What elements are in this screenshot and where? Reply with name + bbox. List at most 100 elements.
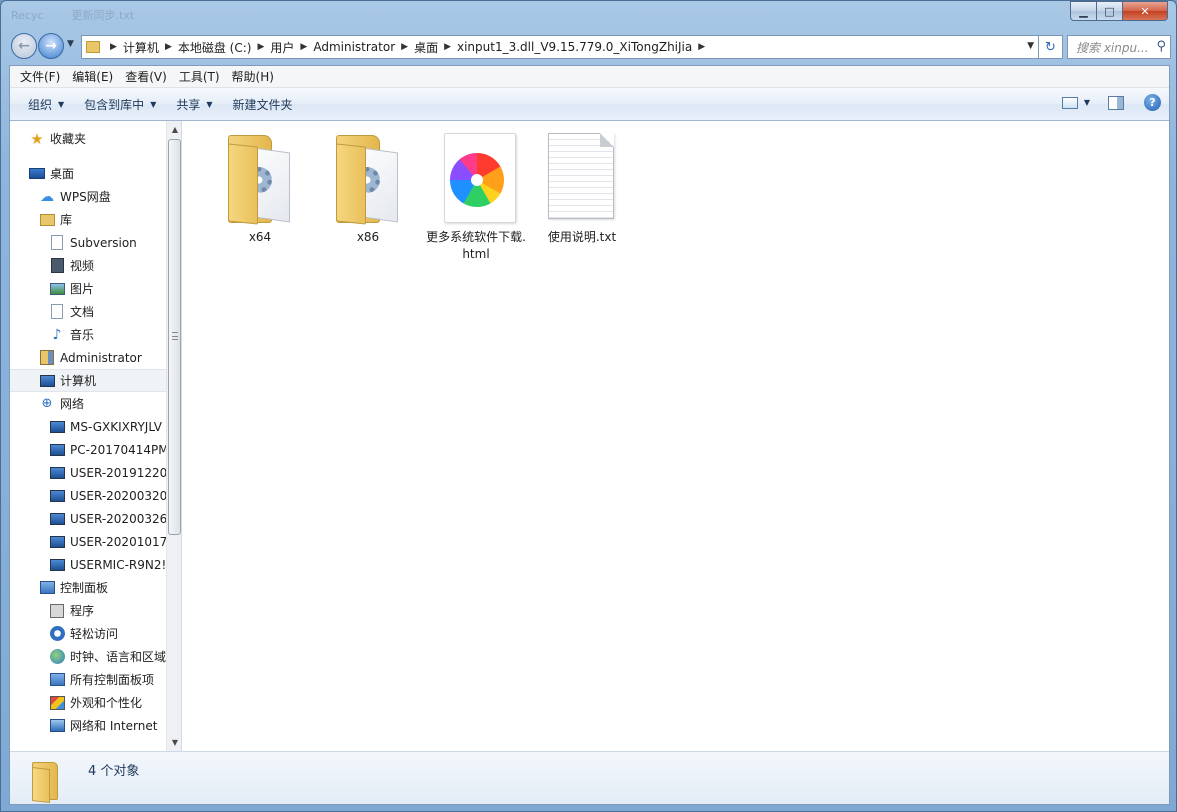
sidebar-item-label: USER-20200320 (70, 488, 166, 503)
sidebar-item[interactable]: 图片 (10, 277, 166, 300)
file-item-html[interactable]: 更多系统软件下载.html (421, 131, 531, 263)
breadcrumb-label: 计算机 (122, 40, 159, 55)
menu-edit[interactable]: 编辑(E) (66, 68, 119, 85)
minimize-button[interactable]: ▁ (1070, 1, 1097, 21)
breadcrumb-label: xinput1_3.dll_V9.15.779.0_XiTongZhiJia (457, 40, 693, 54)
menu-tools[interactable]: 工具(T) (173, 68, 226, 85)
search-box[interactable]: 搜索 xinpu... ⚲ (1067, 35, 1171, 59)
share-button[interactable]: 共享 ▼ (166, 96, 222, 113)
sidebar-item[interactable]: USER-20201017I (10, 530, 166, 553)
sidebar-item[interactable]: 桌面 (10, 162, 166, 185)
sidebar-item[interactable]: ★ 收藏夹 (10, 127, 166, 150)
sidebar-item-label: 网络和 Internet (70, 719, 158, 733)
menu-view[interactable]: 查看(V) (119, 68, 173, 85)
help-icon[interactable]: ? (1144, 94, 1161, 111)
globe-icon (49, 649, 65, 665)
sidebar-item[interactable]: USER-20191220I (10, 461, 166, 484)
breadcrumb-users[interactable]: 用户 ▶ (270, 39, 313, 56)
breadcrumb-separator-icon[interactable]: ▶ (444, 42, 451, 52)
sidebar-item[interactable]: USERMIC-R9N2! (10, 553, 166, 576)
breadcrumb-separator-icon[interactable]: ▶ (698, 42, 705, 52)
preview-pane-icon[interactable] (1108, 95, 1124, 110)
change-view-icon[interactable] (1061, 96, 1078, 109)
file-name: x86 (356, 230, 380, 244)
sidebar-item[interactable]: USER-20200320 (10, 484, 166, 507)
scrollbar-thumb[interactable] (168, 139, 181, 535)
control-panel-icon (39, 580, 55, 596)
sidebar-item[interactable]: 外观和个性化 (10, 691, 166, 714)
file-item-txt[interactable]: 使用说明.txt (527, 131, 637, 246)
breadcrumb-separator-icon[interactable]: ▶ (401, 42, 408, 52)
sidebar-item[interactable]: ♪ 音乐 (10, 323, 166, 346)
scroll-grip-icon (172, 332, 178, 340)
sidebar-item[interactable]: USER-20200326' (10, 507, 166, 530)
new-folder-button[interactable]: 新建文件夹 (223, 96, 303, 113)
sidebar-item[interactable]: 时钟、语言和区域 (10, 645, 166, 668)
back-button[interactable]: ← (11, 33, 37, 59)
sidebar-item[interactable]: PC-20170414PM (10, 438, 166, 461)
sidebar-item-label: Administrator (60, 350, 142, 365)
breadcrumb-local-disk[interactable]: 本地磁盘 (C:) ▶ (178, 39, 271, 56)
sidebar-item-label: USER-20191220I (70, 465, 166, 480)
sidebar-item[interactable]: 网络和 Internet (10, 714, 166, 737)
background-title-ghost: Recyc 更新同步.txt (11, 7, 134, 23)
computer-icon (49, 465, 65, 481)
breadcrumb-current-folder[interactable]: xinput1_3.dll_V9.15.779.0_XiTongZhiJia ▶ (457, 40, 711, 54)
sidebar-item[interactable]: Administrator (10, 346, 166, 369)
view-options-dropdown-icon[interactable]: ▼ (1084, 98, 1090, 107)
refresh-button[interactable]: ↻ (1039, 35, 1063, 59)
network-internet-icon (49, 718, 65, 734)
file-item-x64[interactable]: x64 (205, 131, 315, 246)
video-icon (49, 258, 65, 274)
ghost-text-mid: 更新同步.txt (71, 9, 135, 22)
address-bar[interactable]: ▶ 计算机 ▶ 本地磁盘 (C:) ▶ 用户 ▶ Administrator ▶ 桌面 ▶… (81, 35, 1039, 59)
window-frame: Recyc 更新同步.txt ▁ □ ✕ ← → ▼ ▶ 计算机 ▶ 本地磁盘 (… (0, 0, 1177, 812)
sidebar-item-label: Subversion (70, 235, 137, 250)
computer-icon (49, 534, 65, 550)
sidebar-item-label: 外观和个性化 (70, 696, 143, 710)
scroll-up-icon[interactable]: ▲ (167, 121, 181, 138)
organize-button[interactable]: 组织 ▼ (18, 96, 74, 113)
address-history-dropdown[interactable]: ▼ (1027, 41, 1034, 51)
file-item-x86[interactable]: x86 (313, 131, 423, 246)
appearance-icon (49, 695, 65, 711)
navigation-scrollbar[interactable]: ▲ ▼ (166, 121, 181, 751)
sidebar-item[interactable]: 程序 (10, 599, 166, 622)
breadcrumb-separator-icon[interactable]: ▶ (110, 42, 117, 52)
sidebar-item-label: PC-20170414PM (70, 442, 166, 457)
recent-pages-dropdown[interactable]: ▼ (67, 39, 74, 49)
sidebar-item[interactable]: 文档 (10, 300, 166, 323)
close-button[interactable]: ✕ (1123, 1, 1168, 21)
menu-file[interactable]: 文件(F) (14, 68, 66, 85)
sidebar-item[interactable]: 所有控制面板项 (10, 668, 166, 691)
search-icon[interactable]: ⚲ (1156, 39, 1166, 54)
sidebar-item[interactable]: 库 (10, 208, 166, 231)
breadcrumb-separator-icon[interactable]: ▶ (257, 42, 264, 52)
sidebar-item-label: 音乐 (70, 328, 95, 342)
organize-label: 组织 (28, 97, 53, 112)
include-in-library-button[interactable]: 包含到库中 ▼ (74, 96, 166, 113)
sidebar-item[interactable]: Subversion (10, 231, 166, 254)
breadcrumb-separator-icon[interactable]: ▶ (300, 42, 307, 52)
chevron-down-icon: ▼ (206, 99, 213, 109)
breadcrumb-desktop[interactable]: 桌面 ▶ (414, 39, 457, 56)
sidebar-item-label: WPS网盘 (60, 190, 111, 204)
sidebar-item[interactable]: 轻松访问 (10, 622, 166, 645)
sidebar-item[interactable]: ⊕ 网络 (10, 392, 166, 415)
scroll-down-icon[interactable]: ▼ (167, 734, 181, 751)
forward-button[interactable]: → (38, 33, 64, 59)
chevron-down-icon: ▼ (150, 99, 157, 109)
sidebar-item[interactable]: 控制面板 (10, 576, 166, 599)
sidebar-item[interactable]: 计算机 (10, 369, 166, 392)
breadcrumb-administrator[interactable]: Administrator ▶ (313, 40, 414, 54)
breadcrumb-label: 用户 (270, 40, 295, 55)
sidebar-item[interactable]: 视频 (10, 254, 166, 277)
breadcrumb-separator-icon[interactable]: ▶ (165, 42, 172, 52)
sidebar-item-label: USER-20201017I (70, 534, 166, 549)
menu-help[interactable]: 帮助(H) (226, 68, 280, 85)
sidebar-item[interactable]: ☁ WPS网盘 (10, 185, 166, 208)
computer-icon (49, 511, 65, 527)
sidebar-item[interactable]: MS-GXKIXRYJLV (10, 415, 166, 438)
maximize-button[interactable]: □ (1097, 1, 1123, 21)
breadcrumb-computer[interactable]: 计算机 ▶ (123, 39, 178, 56)
